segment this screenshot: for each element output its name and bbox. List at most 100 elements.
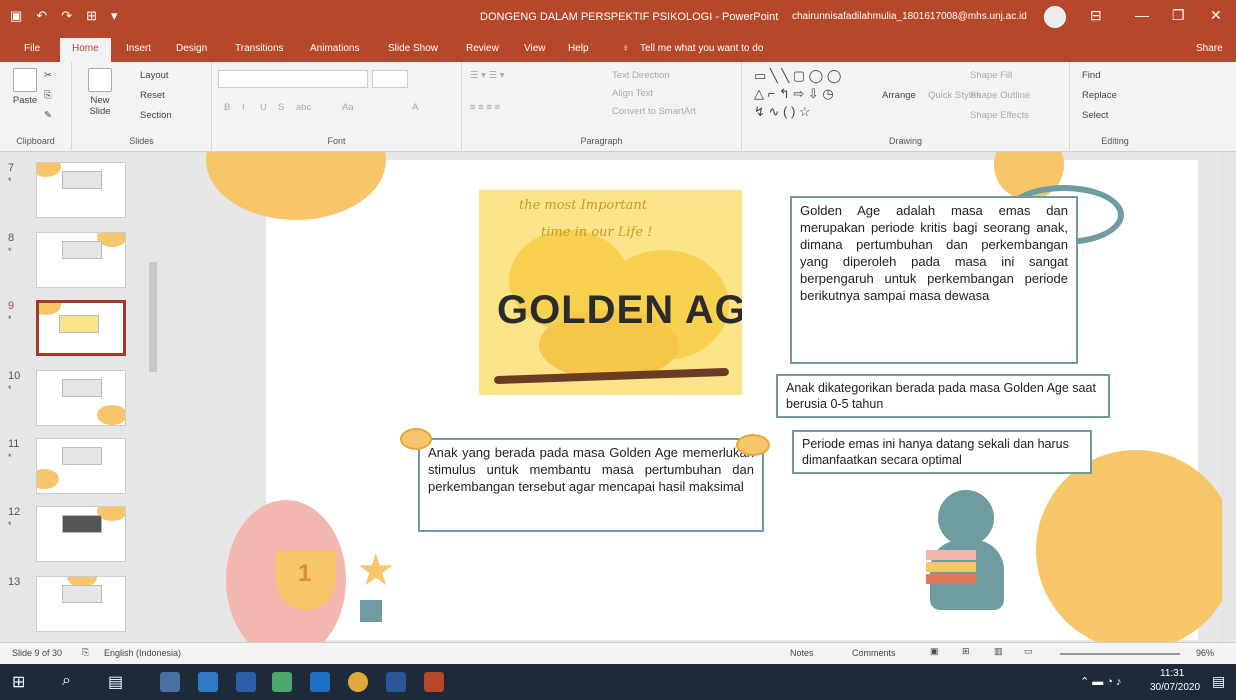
- arrange-button[interactable]: Arrange: [882, 90, 916, 101]
- word-app-icon[interactable]: [386, 672, 406, 692]
- strikethrough-button[interactable]: abc: [296, 102, 311, 113]
- paste-button[interactable]: Paste: [10, 68, 40, 106]
- thumbnail-slide-10[interactable]: 10 *: [0, 370, 150, 430]
- tab-review[interactable]: Review: [466, 43, 499, 54]
- section-button[interactable]: Section: [140, 110, 172, 121]
- thumbnail-image[interactable]: [36, 232, 126, 288]
- reset-button[interactable]: Reset: [140, 90, 165, 101]
- undo-icon[interactable]: ↶: [36, 8, 47, 24]
- thumbnail-slide-11[interactable]: 11 *: [0, 438, 150, 498]
- tab-help[interactable]: Help: [568, 43, 589, 54]
- presenter-icon[interactable]: ⊞: [86, 8, 97, 24]
- font-size-select[interactable]: [372, 70, 408, 88]
- thumbnail-image[interactable]: [36, 162, 126, 218]
- convert-smartart-button[interactable]: Convert to SmartArt: [612, 106, 696, 117]
- maximize-icon[interactable]: ❐: [1172, 7, 1185, 24]
- align-text-button[interactable]: Align Text: [612, 88, 653, 99]
- thumbnail-image[interactable]: [36, 576, 126, 632]
- windows-start-icon[interactable]: ⊞: [12, 672, 25, 692]
- clock-time[interactable]: 11:31: [1160, 668, 1184, 679]
- cut-icon[interactable]: ✂: [44, 70, 52, 81]
- tab-slide-show[interactable]: Slide Show: [388, 43, 438, 54]
- tab-animations[interactable]: Animations: [310, 43, 359, 54]
- thumbnail-slide-9[interactable]: 9 *: [0, 300, 150, 360]
- minimize-icon[interactable]: —: [1135, 7, 1149, 23]
- shapes-gallery-row3[interactable]: ↯ ∿ ( ) ☆: [754, 104, 811, 120]
- thumbnail-image[interactable]: [36, 370, 126, 426]
- text-direction-button[interactable]: Text Direction: [612, 70, 670, 81]
- normal-view-icon[interactable]: ▣: [930, 646, 939, 657]
- tab-insert[interactable]: Insert: [126, 43, 151, 54]
- bold-button[interactable]: B: [224, 102, 230, 113]
- powerpoint-app-icon[interactable]: [424, 672, 444, 692]
- tell-me-search[interactable]: Tell me what you want to do: [640, 43, 763, 54]
- thumbnail-scrollbar[interactable]: [146, 152, 160, 642]
- mail-app-icon[interactable]: [236, 672, 256, 692]
- textbox-age-range[interactable]: Anak dikategorikan berada pada masa Gold…: [776, 374, 1110, 418]
- shape-effects-button[interactable]: Shape Effects: [970, 110, 1029, 121]
- avatar[interactable]: [1044, 6, 1066, 28]
- chrome-app-icon[interactable]: [348, 672, 368, 692]
- zoom-slider[interactable]: [1060, 653, 1180, 655]
- thumbnail-image-selected[interactable]: [36, 300, 126, 356]
- language-indicator[interactable]: English (Indonesia): [104, 648, 181, 658]
- search-icon[interactable]: ⌕: [62, 672, 71, 690]
- current-slide[interactable]: the most Important time in our Life ! GO…: [206, 152, 1222, 642]
- underline-button[interactable]: U: [260, 102, 267, 113]
- bullets-icon[interactable]: ☰ ▾ ☰ ▾: [470, 70, 505, 81]
- slide-sorter-icon[interactable]: ⊞: [962, 646, 970, 657]
- font-family-select[interactable]: [218, 70, 368, 88]
- shadow-button[interactable]: S: [278, 102, 284, 113]
- clock-date[interactable]: 30/07/2020: [1150, 682, 1200, 693]
- thumbnail-slide-7[interactable]: 7 *: [0, 162, 150, 222]
- editor-scrollbar[interactable]: [1222, 152, 1236, 642]
- spellcheck-icon[interactable]: ⎘: [82, 647, 89, 658]
- tab-view[interactable]: View: [524, 43, 546, 54]
- redo-icon[interactable]: ↷: [61, 8, 72, 24]
- app-icon[interactable]: [272, 672, 292, 692]
- notes-button[interactable]: Notes: [790, 648, 814, 658]
- thumbnail-slide-13[interactable]: 13: [0, 576, 150, 636]
- align-icons[interactable]: ≡ ≡ ≡ ≡: [470, 102, 500, 113]
- customize-icon[interactable]: ▾: [111, 8, 118, 24]
- italic-button[interactable]: I: [242, 102, 245, 113]
- notification-icon[interactable]: ▤: [1212, 673, 1225, 690]
- explorer-app-icon[interactable]: [160, 672, 180, 692]
- find-button[interactable]: Find: [1082, 70, 1100, 81]
- copy-icon[interactable]: ⎘: [44, 90, 52, 101]
- zoom-level[interactable]: 96%: [1196, 648, 1214, 658]
- reading-view-icon[interactable]: ▥: [994, 646, 1003, 657]
- tab-transitions[interactable]: Transitions: [235, 43, 284, 54]
- select-button[interactable]: Select: [1082, 110, 1108, 121]
- new-slide-button[interactable]: New Slide: [82, 68, 118, 117]
- ribbon-display-icon[interactable]: ⊟: [1090, 7, 1102, 24]
- thumbnail-image[interactable]: [36, 506, 126, 562]
- replace-button[interactable]: Replace: [1082, 90, 1117, 101]
- golden-age-image[interactable]: the most Important time in our Life ! GO…: [479, 190, 742, 395]
- store-app-icon[interactable]: [198, 672, 218, 692]
- edge-app-icon[interactable]: [310, 672, 330, 692]
- layout-button[interactable]: Layout: [140, 70, 169, 81]
- slideshow-icon[interactable]: ▭: [1024, 646, 1033, 657]
- tab-file[interactable]: File: [24, 43, 40, 54]
- tab-home[interactable]: Home: [60, 38, 111, 62]
- thumbnail-slide-12[interactable]: 12 *: [0, 506, 150, 566]
- font-color-button[interactable]: A: [412, 102, 418, 113]
- shape-fill-button[interactable]: Shape Fill: [970, 70, 1012, 81]
- comments-button[interactable]: Comments: [852, 648, 896, 658]
- share-button[interactable]: Share: [1196, 43, 1223, 54]
- change-case-button[interactable]: Aa: [342, 102, 354, 113]
- shapes-gallery[interactable]: ▭ ╲ ╲ ▢ ◯ ◯: [754, 68, 841, 84]
- tab-design[interactable]: Design: [176, 43, 207, 54]
- account-name[interactable]: chairunnisafadilahmulia_1801617008@mhs.u…: [792, 11, 1027, 22]
- textbox-definition[interactable]: Golden Age adalah masa emas dan merupaka…: [790, 196, 1078, 364]
- thumbnail-slide-8[interactable]: 8 *: [0, 232, 150, 292]
- thumbnail-scroll-thumb[interactable]: [149, 262, 157, 372]
- close-icon[interactable]: ✕: [1210, 7, 1222, 24]
- format-painter-icon[interactable]: ✎: [44, 110, 52, 121]
- save-icon[interactable]: ▣: [10, 8, 22, 24]
- shapes-gallery-row2[interactable]: △ ⌐ ↰ ⇨ ⇩ ◷: [754, 86, 834, 102]
- shape-outline-button[interactable]: Shape Outline: [970, 90, 1030, 101]
- tray-icons[interactable]: ⌃ ▬ ◔ ♪: [1080, 675, 1122, 688]
- thumbnail-image[interactable]: [36, 438, 126, 494]
